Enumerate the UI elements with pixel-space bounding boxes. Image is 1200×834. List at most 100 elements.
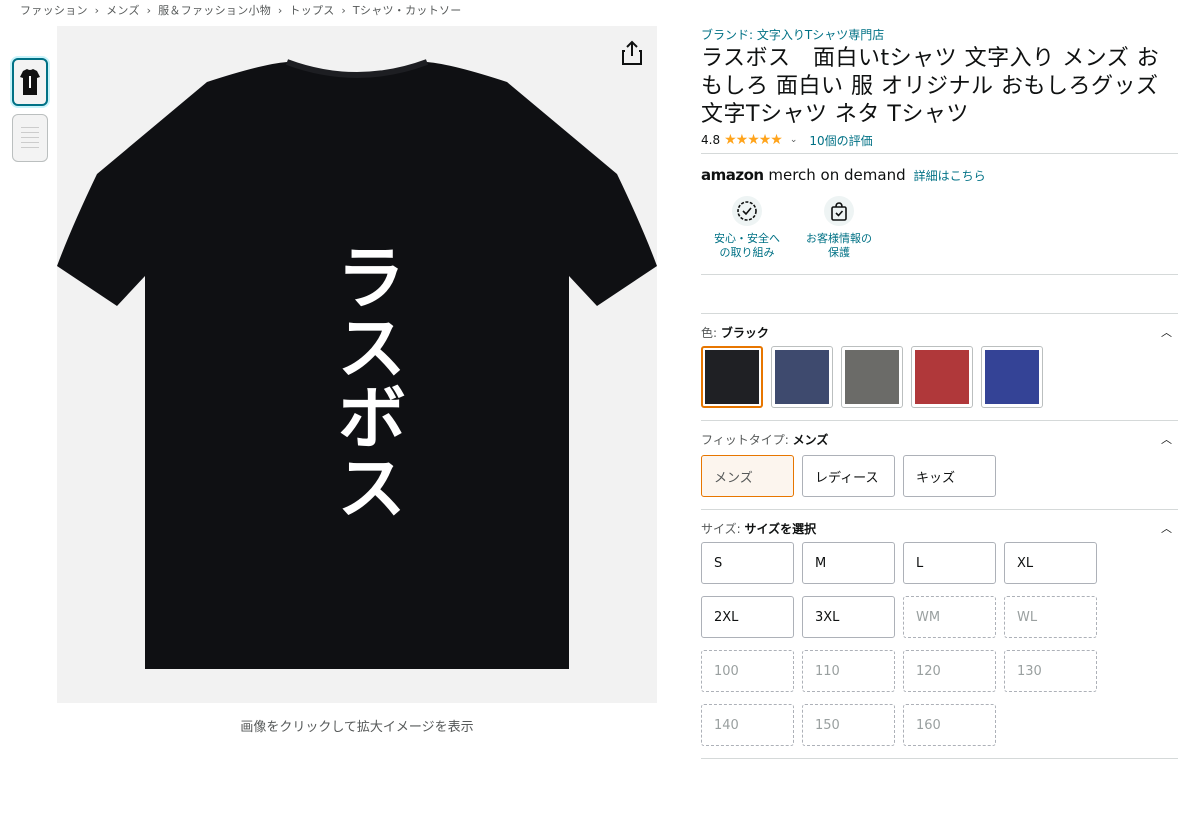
size-section-header[interactable]: サイズ: サイズを選択 ︿: [701, 518, 1178, 538]
reviews-link[interactable]: 10個の評価: [809, 132, 872, 149]
breadcrumb-separator: ›: [341, 4, 347, 17]
size-option-wl[interactable]: WL: [1004, 596, 1097, 638]
badge-privacy-line2: 保護: [828, 246, 850, 259]
divider: [701, 313, 1178, 314]
badge-safety[interactable]: 安心・安全へ の取り組み: [701, 196, 793, 260]
divider: [701, 420, 1178, 421]
color-swatches: [701, 346, 1178, 408]
swatch-navy[interactable]: [771, 346, 833, 408]
shirt-print-text: ラスボス: [325, 241, 407, 521]
size-option-140[interactable]: 140: [701, 704, 794, 746]
breadcrumb-item-tops[interactable]: トップス: [289, 4, 334, 17]
breadcrumb-separator: ›: [94, 4, 100, 17]
size-option-160[interactable]: 160: [903, 704, 996, 746]
main-product-image[interactable]: ラスボス: [57, 26, 657, 703]
size-row-3: 100 110 120 130: [701, 650, 1178, 692]
selected-size: サイズを選択: [744, 521, 817, 536]
swatch-fill: [705, 350, 759, 404]
size-label-text: サイズ:: [701, 521, 741, 536]
badge-privacy-line1: お客様情報の: [806, 232, 872, 245]
fit-section-header[interactable]: フィットタイプ: メンズ ︿: [701, 429, 1178, 449]
badge-safety-label: 安心・安全へ の取り組み: [714, 232, 780, 260]
selected-color: ブラック: [720, 325, 769, 340]
share-button[interactable]: [620, 40, 644, 66]
size-option-s[interactable]: S: [701, 542, 794, 584]
trust-badges: 安心・安全へ の取り組み お客様情報の 保護: [701, 196, 1178, 260]
breadcrumb-separator: ›: [146, 4, 152, 17]
size-row-2: 2XL 3XL WM WL: [701, 596, 1178, 638]
rating-value: 4.8: [701, 133, 721, 147]
size-option-3xl[interactable]: 3XL: [802, 596, 895, 638]
size-option-l[interactable]: L: [903, 542, 996, 584]
divider: [701, 758, 1178, 759]
brand-link[interactable]: ブランド: 文字入りTシャツ専門店: [701, 26, 1178, 43]
chevron-down-icon[interactable]: ⌄: [790, 135, 798, 145]
thumbnail-list: [12, 58, 50, 170]
shield-check-icon: [732, 196, 762, 226]
product-title: ラスボス 面白いtシャツ 文字入り メンズ おもしろ 面白い 服 オリジナル お…: [701, 46, 1160, 127]
size-row-4: 140 150 160: [701, 704, 1178, 746]
lock-bag-icon: [824, 196, 854, 226]
swatch-red[interactable]: [911, 346, 973, 408]
thumbnail-black-shirt[interactable]: [12, 58, 48, 106]
divider: [701, 274, 1178, 275]
badge-privacy[interactable]: お客様情報の 保護: [793, 196, 885, 260]
rating-row: 4.8 ★★★★★ ⌄ 10個の評価: [701, 131, 1178, 149]
size-option-xl[interactable]: XL: [1004, 542, 1097, 584]
size-option-m[interactable]: M: [802, 542, 895, 584]
size-option-100[interactable]: 100: [701, 650, 794, 692]
size-option-150[interactable]: 150: [802, 704, 895, 746]
breadcrumb-item-tshirts[interactable]: Tシャツ・カットソー: [353, 4, 462, 17]
chevron-up-icon[interactable]: ︿: [1161, 431, 1172, 447]
mini-shirt-icon: [20, 69, 40, 95]
merch-on-demand-row: amazon merch on demand 詳細はこちら: [701, 166, 1178, 184]
swatch-gray[interactable]: [841, 346, 903, 408]
fit-label: フィットタイプ: メンズ: [701, 431, 828, 448]
merch-logo: amazon merch on demand: [701, 166, 906, 184]
divider: [701, 509, 1178, 510]
badge-safety-line2: の取り組み: [719, 246, 775, 259]
swatch-black[interactable]: [701, 346, 763, 408]
size-options: S M L XL 2XL 3XL WM WL 100 110 120 130 1…: [701, 542, 1178, 746]
merch-logo-amazon: amazon: [701, 166, 764, 184]
color-label: 色: ブラック: [701, 324, 769, 341]
share-icon: [622, 40, 642, 65]
fit-option-womens[interactable]: レディース: [802, 455, 895, 497]
size-option-wm[interactable]: WM: [903, 596, 996, 638]
divider: [701, 153, 1178, 154]
breadcrumb-item-clothing[interactable]: 服＆ファッション小物: [158, 4, 271, 17]
size-option-110[interactable]: 110: [802, 650, 895, 692]
breadcrumb: ファッション › メンズ › 服＆ファッション小物 › トップス › Tシャツ・…: [20, 2, 465, 18]
size-chart-icon: [21, 127, 39, 148]
size-label: サイズ: サイズを選択: [701, 520, 816, 537]
color-label-text: 色:: [701, 325, 718, 340]
star-rating-icon[interactable]: ★★★★★: [724, 132, 783, 148]
fit-option-kids[interactable]: キッズ: [903, 455, 996, 497]
badge-privacy-label: お客様情報の 保護: [806, 232, 872, 260]
size-option-120[interactable]: 120: [903, 650, 996, 692]
swatch-fill: [985, 350, 1039, 404]
swatch-fill: [775, 350, 829, 404]
swatch-blue[interactable]: [981, 346, 1043, 408]
size-option-2xl[interactable]: 2XL: [701, 596, 794, 638]
color-section-header[interactable]: 色: ブラック ︿: [701, 322, 1178, 342]
breadcrumb-separator: ›: [277, 4, 283, 17]
badge-safety-line1: 安心・安全へ: [714, 232, 780, 245]
merch-details-link[interactable]: 詳細はこちら: [914, 167, 986, 184]
breadcrumb-item-mens[interactable]: メンズ: [106, 4, 140, 17]
swatch-fill: [915, 350, 969, 404]
thumbnail-size-chart[interactable]: [12, 114, 48, 162]
size-row-1: S M L XL: [701, 542, 1178, 584]
fit-label-text: フィットタイプ:: [701, 432, 789, 447]
fit-options: メンズ レディース キッズ: [701, 455, 1178, 497]
size-option-130[interactable]: 130: [1004, 650, 1097, 692]
merch-logo-text: merch on demand: [763, 166, 906, 184]
product-details: ブランド: 文字入りTシャツ専門店 ラスボス 面白いtシャツ 文字入り メンズ …: [701, 24, 1178, 763]
chevron-up-icon[interactable]: ︿: [1161, 520, 1172, 536]
selected-fit: メンズ: [792, 432, 829, 447]
zoom-hint: 画像をクリックして拡大イメージを表示: [240, 720, 474, 735]
breadcrumb-item-fashion[interactable]: ファッション: [20, 4, 88, 17]
fit-option-mens[interactable]: メンズ: [701, 455, 794, 497]
chevron-up-icon[interactable]: ︿: [1161, 324, 1172, 340]
swatch-fill: [845, 350, 899, 404]
